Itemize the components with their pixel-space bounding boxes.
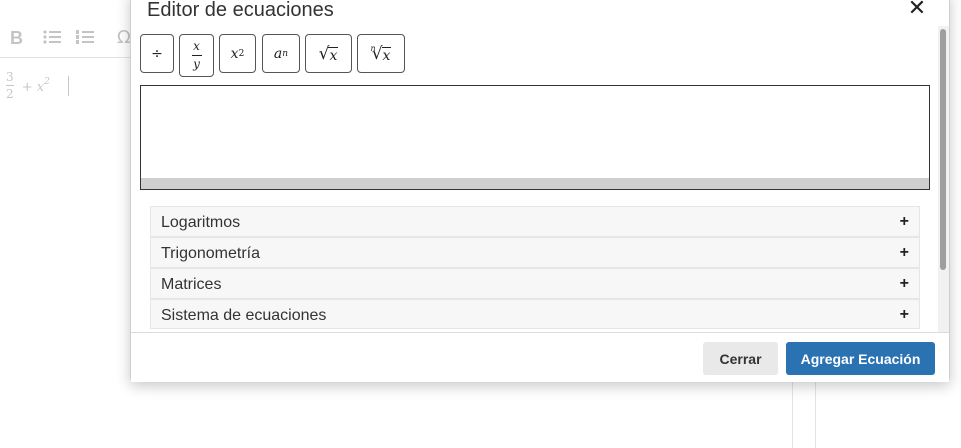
square-exponent: 2 [238,48,245,59]
power-button[interactable]: an [262,34,300,73]
numbered-list-icon [76,30,94,44]
equation-input-statusbar [141,178,929,189]
fraction-numerator-label: x [193,39,200,53]
editor-content[interactable]: 3 2 + x2 [6,70,70,110]
nth-root-button[interactable]: n √ x [357,34,405,73]
dialog-scrollbar[interactable] [938,26,949,332]
special-character-button[interactable]: Ω [117,27,131,49]
fraction-button[interactable]: x y [179,34,214,77]
dialog-footer: Cerrar Agregar Ecuación [131,332,949,382]
power-base: a [273,45,283,62]
section-matrices[interactable]: Matrices + [150,268,920,299]
close-button[interactable]: Cerrar [703,342,778,375]
content-expression: + x2 [22,77,50,95]
fraction-bar [6,85,14,86]
section-label: Trigonometría [161,245,260,262]
nth-root-icon: n √ x [370,43,392,64]
fraction-icon: x y [180,35,213,76]
power-icon: an [263,35,299,72]
nth-root-index: n [370,43,376,53]
numbered-list-button[interactable] [75,27,95,47]
square-icon: x2 [220,35,255,72]
text-cursor [68,75,70,96]
expression-exponent: 2 [44,76,50,87]
dialog-title: Editor de ecuaciones [147,0,334,21]
square-root-icon: √ x [318,43,339,64]
square-base: x [230,45,239,62]
equation-input-area[interactable] [140,85,930,190]
content-fraction: 3 2 [6,70,14,101]
square-root-button[interactable]: √ x [305,34,352,73]
expand-icon: + [899,244,909,261]
section-label: Logaritmos [161,214,241,231]
section-sistema-de-ecuaciones[interactable]: Sistema de ecuaciones + [150,299,920,329]
bold-button[interactable]: B [10,27,23,49]
section-label: Sistema de ecuaciones [161,307,327,324]
expand-icon: + [899,213,909,230]
scrollbar-thumb[interactable] [940,29,946,270]
fraction-denominator: 2 [6,87,14,101]
section-label: Matrices [161,276,222,293]
section-trigonometria[interactable]: Trigonometría + [150,237,920,268]
equation-editor-dialog: Editor de ecuaciones ✕ ÷ x y x2 an √ x n √… [130,0,950,382]
bullet-list-button[interactable] [42,27,62,47]
expression-text: + x [21,79,45,95]
power-exponent: n [282,48,289,59]
background-editor-toolbar: B Ω [0,17,140,58]
division-button[interactable]: ÷ [140,34,174,73]
fraction-denominator-label: y [193,57,200,71]
section-logaritmos[interactable]: Logaritmos + [150,206,920,237]
add-equation-button[interactable]: Agregar Ecuación [786,342,935,375]
background-side-panel [792,380,816,448]
nth-root-radicand: x [381,46,392,64]
square-root-radicand: x [328,46,339,64]
bullet-list-icon [43,30,61,44]
close-icon[interactable]: ✕ [905,0,929,21]
square-button[interactable]: x2 [219,34,256,73]
division-icon: ÷ [151,45,163,62]
fraction-numerator: 3 [6,70,14,84]
expand-icon: + [899,275,909,292]
expand-icon: + [899,306,909,323]
